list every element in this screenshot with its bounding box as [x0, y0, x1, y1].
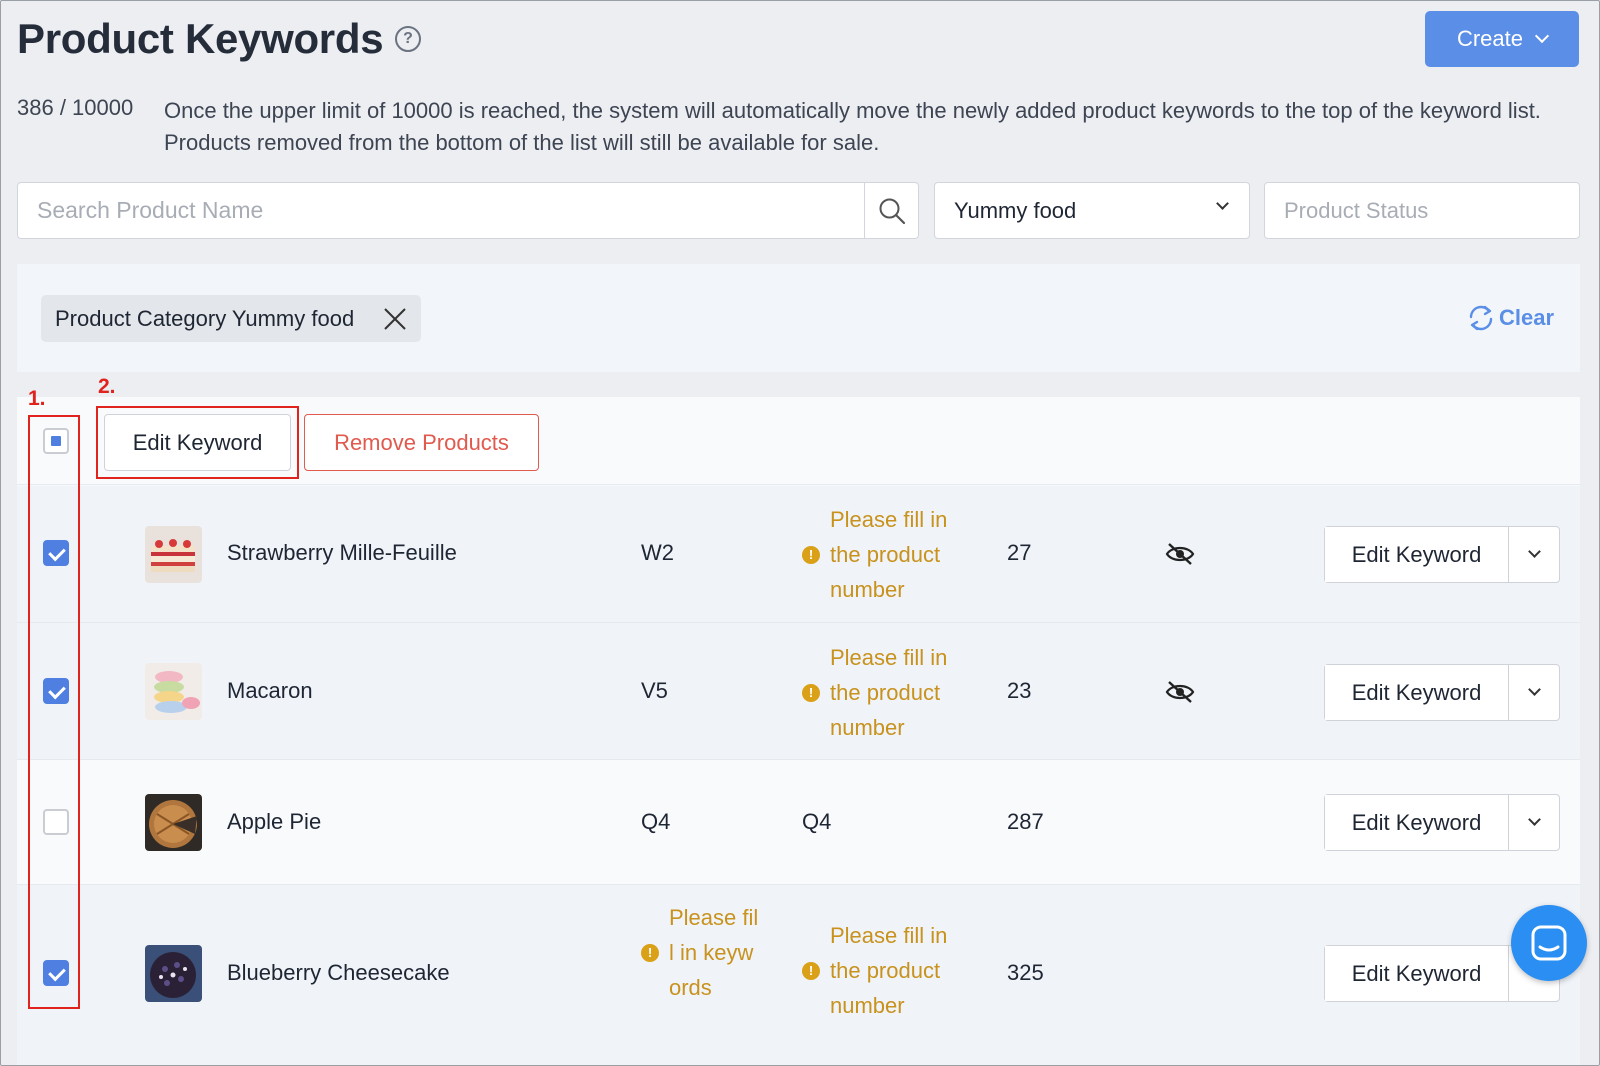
annotation-label-2: 2.: [98, 375, 116, 398]
product-name: Blueberry Cheesecake: [227, 960, 450, 985]
category-select[interactable]: Yummy food: [934, 182, 1250, 239]
chevron-down-icon: [1527, 545, 1541, 558]
product-count: 325: [1007, 960, 1044, 985]
table-row: Strawberry Mille-Feuille W2 ! Please fil…: [17, 486, 1580, 623]
status-select[interactable]: Product Status: [1264, 182, 1580, 239]
product-thumbnail: [145, 945, 202, 1002]
row-action-dropdown[interactable]: [1509, 527, 1559, 582]
create-button-label: Create: [1456, 26, 1524, 51]
limit-notice: Once the upper limit of 10000 is reached…: [164, 98, 1541, 155]
product-count: 23: [1007, 678, 1032, 703]
search-box: [17, 182, 919, 239]
chevron-down-icon: [1216, 197, 1229, 210]
row-action-dropdown[interactable]: [1509, 795, 1559, 850]
edit-keyword-button[interactable]: Edit Keyword: [1325, 527, 1509, 582]
row-action-split-button: Edit Keyword: [1324, 526, 1560, 583]
search-icon: [879, 198, 906, 224]
warning-icon: !: [802, 961, 820, 980]
annotation-box-edit-keyword: [96, 406, 299, 479]
keyword-warning: ! Please fill in keywords: [641, 900, 781, 1005]
annotation-box-checkboxes: [28, 415, 80, 1009]
chevron-down-icon: [1527, 683, 1541, 696]
product-thumbnail: [145, 526, 202, 583]
help-icon[interactable]: ?: [395, 26, 421, 52]
search-input[interactable]: [18, 183, 864, 238]
product-name: Macaron: [227, 678, 313, 703]
annotation-label-1: 1.: [28, 387, 46, 410]
table-row: Blueberry Cheesecake ! Please fill in ke…: [17, 885, 1580, 1065]
product-count: 287: [1007, 809, 1044, 834]
keyword-count: 386 / 10000: [17, 95, 134, 120]
product-keyword: V5: [641, 678, 668, 703]
chevron-down-icon: [1527, 813, 1541, 826]
product-thumbnail: [145, 794, 202, 851]
product-thumbnail: [145, 663, 202, 720]
category-select-value: Yummy food: [954, 198, 1077, 223]
close-icon[interactable]: [383, 307, 407, 331]
table-row: Apple Pie Q4 Q4 287 Edit Keyword: [17, 760, 1580, 885]
warning-icon: !: [802, 545, 820, 564]
app-window: Product Keywords ? Create 386 / 10000 On…: [0, 0, 1600, 1066]
create-button[interactable]: Create: [1425, 11, 1579, 67]
eye-slash-icon: [1165, 681, 1195, 703]
row-action-split-button: Edit Keyword: [1324, 664, 1560, 721]
product-name: Strawberry Mille-Feuille: [227, 540, 457, 565]
clear-label: Clear: [1499, 305, 1555, 330]
product-name: Apple Pie: [227, 809, 322, 834]
eye-slash-icon: [1165, 543, 1195, 565]
clear-filters-button[interactable]: Clear: [1467, 298, 1554, 338]
warning-icon: !: [641, 943, 659, 962]
edit-keyword-button[interactable]: Edit Keyword: [1325, 665, 1509, 720]
chat-icon: [1531, 925, 1567, 961]
product-number-warning: ! Please fill in the product number: [802, 502, 972, 607]
remove-products-button[interactable]: Remove Products: [304, 414, 539, 471]
filter-chip: Product Category Yummy food: [41, 295, 421, 342]
edit-keyword-button[interactable]: Edit Keyword: [1325, 946, 1509, 1001]
row-action-dropdown[interactable]: [1509, 665, 1559, 720]
product-number: Q4: [802, 809, 832, 834]
product-count: 27: [1007, 540, 1032, 565]
product-number-warning: ! Please fill in the product number: [802, 640, 972, 745]
edit-keyword-button[interactable]: Edit Keyword: [1325, 795, 1509, 850]
search-button[interactable]: [864, 183, 919, 238]
table-row: Macaron V5 ! Please fill in the product …: [17, 623, 1580, 760]
warning-icon: !: [802, 683, 820, 702]
row-action-split-button: Edit Keyword: [1324, 794, 1560, 851]
product-number-warning: ! Please fill in the product number: [802, 918, 972, 1023]
product-keyword: Q4: [641, 809, 671, 834]
page-title: Product Keywords: [17, 15, 384, 62]
product-table: Edit Keyword Remove Products Strawberry …: [17, 397, 1580, 1065]
active-filters: Product Category Yummy food Clear: [17, 264, 1580, 372]
chat-button[interactable]: [1511, 905, 1587, 981]
product-keyword: W2: [641, 540, 674, 565]
chevron-down-icon: [1534, 28, 1550, 44]
filter-chip-label: Product Category Yummy food: [55, 306, 355, 331]
status-select-placeholder: Product Status: [1284, 198, 1429, 223]
refresh-icon: [1469, 305, 1493, 331]
